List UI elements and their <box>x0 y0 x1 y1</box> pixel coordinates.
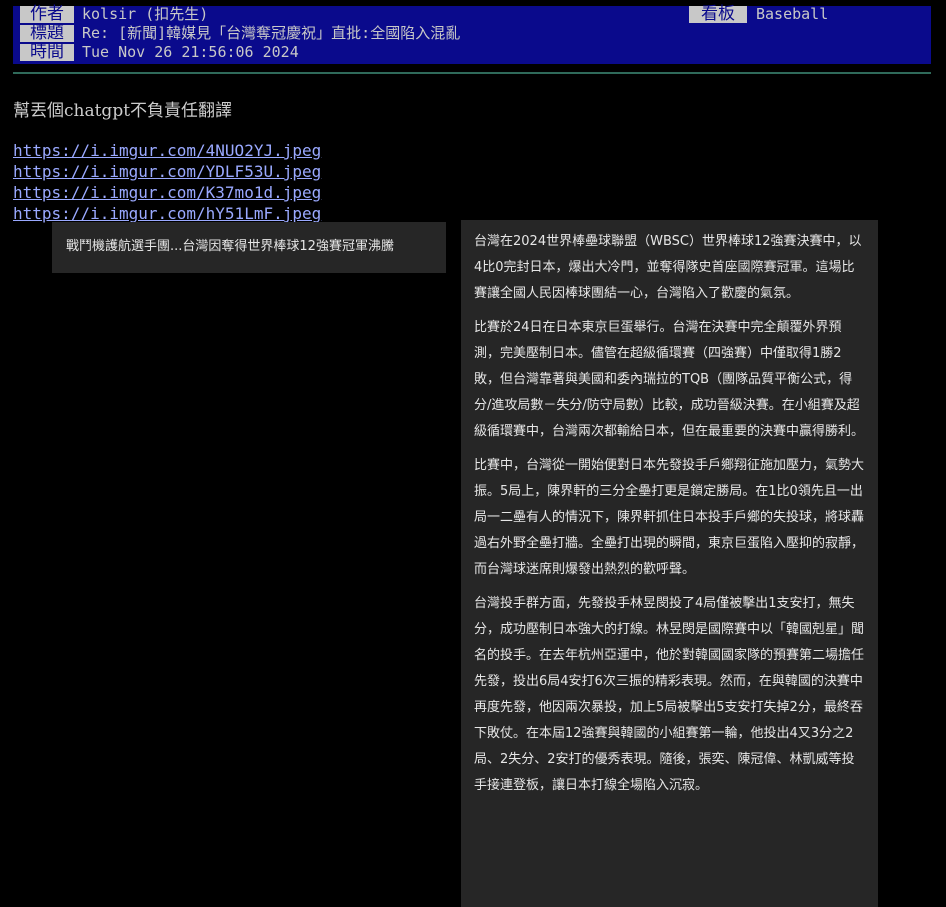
time-label: 時間 <box>20 44 74 61</box>
time-value: Tue Nov 26 21:56:06 2024 <box>82 43 299 61</box>
list-item: https://i.imgur.com/4NUO2YJ.jpeg <box>13 141 321 162</box>
author-value: kolsir (扣先生) <box>82 5 209 23</box>
image-link-4[interactable]: https://i.imgur.com/hY51LmF.jpeg <box>13 204 321 223</box>
post-intro-text: 幫丟個chatgpt不負責任翻譯 <box>13 101 233 121</box>
board-value: Baseball <box>756 5 829 23</box>
title-value: Re: [新聞]韓媒見「台灣奪冠慶祝」直批:全國陷入混亂 <box>82 24 461 42</box>
board-label: 看板 <box>689 6 747 23</box>
image-link-3[interactable]: https://i.imgur.com/K37mo1d.jpeg <box>13 183 321 202</box>
list-item: https://i.imgur.com/YDLF53U.jpeg <box>13 162 321 183</box>
preview-headline-text: 戰鬥機護航選手團...台灣因奪得世界棒球12強賽冠軍沸騰 <box>66 239 394 254</box>
article-paragraph-1: 台灣在2024世界棒壘球聯盟（WBSC）世界棒球12強賽決賽中，以4比0完封日本… <box>474 234 862 301</box>
article-paragraph-4: 台灣投手群方面，先發投手林昱閔投了4局僅被擊出1支安打，無失分，成功壓制日本強大… <box>474 596 865 793</box>
header-divider <box>13 72 931 74</box>
image-preview-article[interactable]: 台灣在2024世界棒壘球聯盟（WBSC）世界棒球12強賽決賽中，以4比0完封日本… <box>461 220 878 907</box>
author-label: 作者 <box>20 6 74 23</box>
image-preview-headline[interactable]: 戰鬥機護航選手團...台灣因奪得世界棒球12強賽冠軍沸騰 <box>52 222 446 273</box>
article-paragraph-2: 比賽於24日在日本東京巨蛋舉行。台灣在決賽中完全顛覆外界預測，完美壓制日本。儘管… <box>474 320 865 439</box>
list-item: https://i.imgur.com/K37mo1d.jpeg <box>13 183 321 204</box>
title-label: 標題 <box>20 25 74 42</box>
image-link-list: https://i.imgur.com/4NUO2YJ.jpeg https:/… <box>13 141 321 225</box>
article-paragraph-3: 比賽中，台灣從一開始便對日本先發投手戶鄉翔征施加壓力，氣勢大振。5局上，陳界軒的… <box>474 458 865 577</box>
image-link-2[interactable]: https://i.imgur.com/YDLF53U.jpeg <box>13 162 321 181</box>
image-link-1[interactable]: https://i.imgur.com/4NUO2YJ.jpeg <box>13 141 321 160</box>
article-header: 作者 kolsir (扣先生) 看板 Baseball 標題 Re: [新聞]韓… <box>13 6 931 64</box>
